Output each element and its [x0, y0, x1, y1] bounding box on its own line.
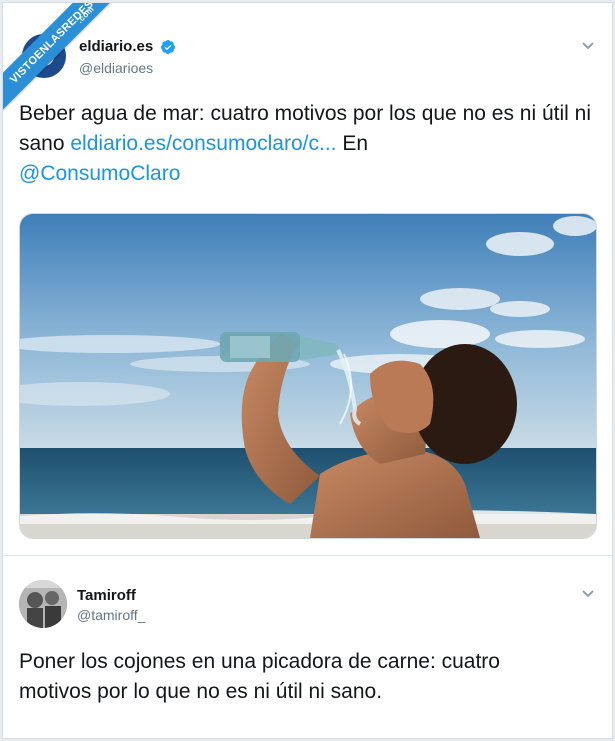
watermark-ribbon: VISTOENLASREDES .com: [3, 3, 123, 119]
tweet-tamiroff[interactable]: Tamiroff @tamiroff_ Poner los cojones en…: [3, 556, 612, 738]
chevron-down-icon[interactable]: [581, 589, 595, 599]
screenshot-frame: VISTOENLASREDES .com eldiario.es @eldiar…: [2, 2, 613, 739]
handle[interactable]: @tamiroff_: [77, 607, 145, 623]
verified-badge-icon: [160, 40, 175, 54]
avatar[interactable]: [19, 580, 67, 628]
tweet-text: Poner los cojones en una picadora de car…: [19, 650, 500, 703]
beach-drinking-photo: [20, 214, 596, 538]
chevron-down-icon[interactable]: [581, 41, 595, 51]
display-name[interactable]: Tamiroff: [77, 587, 136, 604]
mention-link[interactable]: @ConsumoClaro: [19, 162, 180, 185]
watermark: VISTOENLASREDES .com: [3, 3, 123, 123]
tweet-link[interactable]: eldiario.es/consumoclaro/c...: [70, 132, 336, 155]
tweet-photo[interactable]: [19, 213, 597, 539]
tweet-text-part: En: [336, 132, 369, 155]
